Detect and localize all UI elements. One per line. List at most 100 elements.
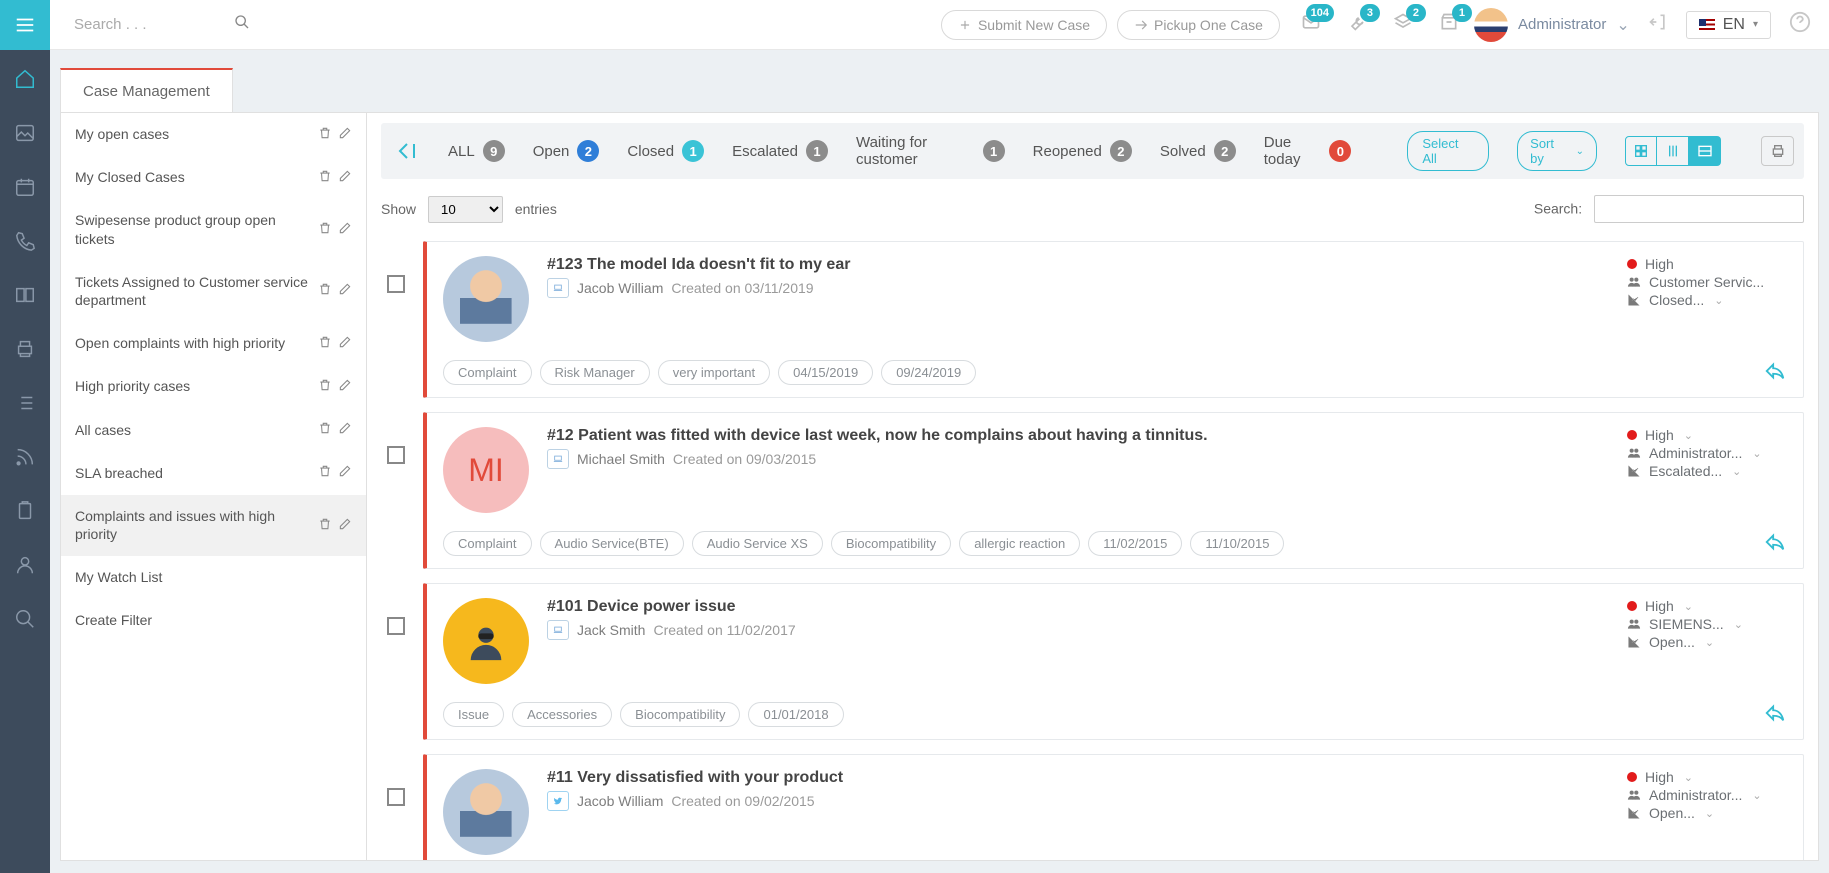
nav-image[interactable] [0, 118, 50, 148]
print-button[interactable] [1761, 136, 1794, 166]
case-card[interactable]: #101 Device power issueJack SmithCreated… [423, 583, 1804, 740]
tag[interactable]: 04/15/2019 [778, 360, 873, 385]
user-menu[interactable]: Administrator ⌄ [1474, 8, 1630, 42]
status-filter-due-today[interactable]: Due today0 [1264, 134, 1352, 168]
tag[interactable]: very important [658, 360, 770, 385]
filter-label: Complaints and issues with high priority [75, 507, 318, 543]
view-columns-button[interactable] [1657, 136, 1689, 166]
nav-search[interactable] [0, 604, 50, 634]
reply-button[interactable] [1761, 531, 1789, 558]
nav-book[interactable] [0, 280, 50, 310]
status-filter-reopened[interactable]: Reopened2 [1033, 140, 1132, 162]
filter-item[interactable]: All cases [61, 409, 366, 452]
delete-filter-button[interactable] [318, 421, 332, 438]
edit-filter-button[interactable] [338, 221, 352, 238]
filter-item[interactable]: High priority cases [61, 365, 366, 408]
mail-button[interactable]: 104 [1300, 12, 1322, 37]
edit-filter-button[interactable] [338, 282, 352, 299]
tag[interactable]: 01/01/2018 [748, 702, 843, 727]
language-select[interactable]: EN ▾ [1686, 11, 1771, 39]
delete-filter-button[interactable] [318, 169, 332, 186]
nav-phone[interactable] [0, 226, 50, 256]
filter-item[interactable]: Swipesense product group open tickets [61, 199, 366, 260]
filter-item[interactable]: Tickets Assigned to Customer service dep… [61, 261, 366, 322]
delete-filter-button[interactable] [318, 517, 332, 534]
search-input[interactable] [74, 16, 224, 33]
case-checkbox[interactable] [387, 275, 405, 293]
tag[interactable]: allergic reaction [959, 531, 1080, 556]
reply-button[interactable] [1761, 360, 1789, 387]
reply-button[interactable] [1761, 702, 1789, 729]
nav-calendar[interactable] [0, 172, 50, 202]
tag[interactable]: Biocompatibility [620, 702, 740, 727]
filter-item[interactable]: Open complaints with high priority [61, 322, 366, 365]
pickup-label: Pickup One Case [1154, 17, 1263, 33]
edit-filter-button[interactable] [338, 421, 352, 438]
pickup-one-case-button[interactable]: Pickup One Case [1117, 10, 1280, 40]
filter-item[interactable]: Create Filter [61, 599, 366, 642]
table-search-input[interactable] [1594, 195, 1804, 223]
hamburger-button[interactable] [0, 0, 50, 50]
filter-item[interactable]: My Closed Cases [61, 156, 366, 199]
nav-user[interactable] [0, 550, 50, 580]
tag[interactable]: Biocompatibility [831, 531, 951, 556]
edit-filter-button[interactable] [338, 126, 352, 143]
nav-print[interactable] [0, 334, 50, 364]
submit-new-case-button[interactable]: Submit New Case [941, 10, 1107, 40]
nav-home[interactable] [0, 64, 50, 94]
filter-item[interactable]: My Watch List [61, 556, 366, 599]
tag[interactable]: Complaint [443, 531, 532, 556]
logout-button[interactable] [1648, 12, 1668, 37]
status-filter-waiting-for-customer[interactable]: Waiting for customer1 [856, 134, 1005, 168]
filter-item[interactable]: Complaints and issues with high priority [61, 495, 366, 556]
tools-button[interactable]: 3 [1346, 12, 1368, 37]
delete-filter-button[interactable] [318, 221, 332, 238]
status-filter-escalated[interactable]: Escalated1 [732, 140, 828, 162]
edit-filter-button[interactable] [338, 378, 352, 395]
tag[interactable]: Risk Manager [540, 360, 650, 385]
edit-filter-button[interactable] [338, 517, 352, 534]
case-card[interactable]: MI#12 Patient was fitted with device las… [423, 412, 1804, 569]
case-checkbox[interactable] [387, 446, 405, 464]
search-icon[interactable] [234, 14, 250, 35]
edit-filter-button[interactable] [338, 464, 352, 481]
tasks-button[interactable]: 2 [1392, 12, 1414, 37]
view-detail-button[interactable] [1689, 136, 1721, 166]
nav-list[interactable] [0, 388, 50, 418]
delete-filter-button[interactable] [318, 282, 332, 299]
tag[interactable]: 11/10/2015 [1190, 531, 1284, 556]
tag[interactable]: Audio Service XS [692, 531, 823, 556]
filter-item[interactable]: SLA breached [61, 452, 366, 495]
archive-button[interactable]: 1 [1438, 12, 1460, 37]
nav-clipboard[interactable] [0, 496, 50, 526]
case-card[interactable]: #123 The model Ida doesn't fit to my ear… [423, 241, 1804, 398]
page-size-select[interactable]: 10 [428, 196, 503, 223]
edit-filter-button[interactable] [338, 169, 352, 186]
tag[interactable]: Audio Service(BTE) [540, 531, 684, 556]
tab-case-management[interactable]: Case Management [60, 68, 233, 112]
sort-by-button[interactable]: Sort by ⌄ [1517, 131, 1597, 171]
collapse-sidebar-button[interactable] [389, 135, 420, 167]
status-filter-open[interactable]: Open2 [533, 140, 600, 162]
tag[interactable]: 09/24/2019 [881, 360, 976, 385]
help-button[interactable] [1789, 11, 1811, 38]
select-all-button[interactable]: Select All [1407, 131, 1489, 171]
tag[interactable]: 11/02/2015 [1088, 531, 1182, 556]
tag[interactable]: Issue [443, 702, 504, 727]
view-grid-button[interactable] [1625, 136, 1657, 166]
edit-filter-button[interactable] [338, 335, 352, 352]
case-checkbox[interactable] [387, 617, 405, 635]
filter-item[interactable]: My open cases [61, 113, 366, 156]
nav-rss[interactable] [0, 442, 50, 472]
status-filter-closed[interactable]: Closed1 [627, 140, 704, 162]
delete-filter-button[interactable] [318, 335, 332, 352]
delete-filter-button[interactable] [318, 464, 332, 481]
delete-filter-button[interactable] [318, 126, 332, 143]
case-checkbox[interactable] [387, 788, 405, 806]
status-filter-all[interactable]: ALL9 [448, 140, 505, 162]
delete-filter-button[interactable] [318, 378, 332, 395]
tag[interactable]: Complaint [443, 360, 532, 385]
status-filter-solved[interactable]: Solved2 [1160, 140, 1236, 162]
tag[interactable]: Accessories [512, 702, 612, 727]
case-card[interactable]: #11 Very dissatisfied with your productJ… [423, 754, 1804, 860]
